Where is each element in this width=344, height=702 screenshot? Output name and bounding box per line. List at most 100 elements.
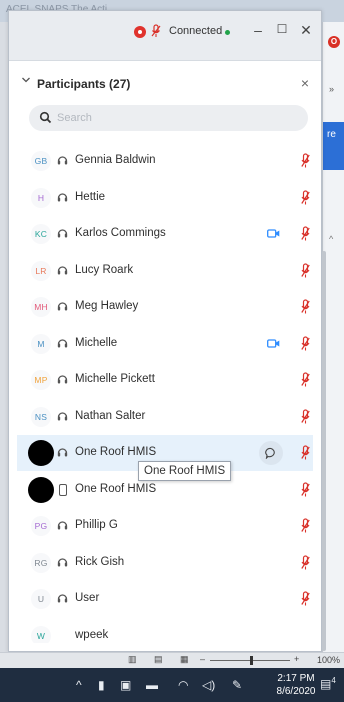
mic-muted-icon[interactable] — [301, 262, 310, 279]
computer-audio-icon — [57, 229, 68, 238]
avatar: MP — [31, 370, 51, 390]
computer-audio-icon — [57, 265, 68, 274]
notification-count: 4 — [331, 676, 336, 685]
windows-taskbar: ^ ▮ ▣ ▬ ◠ ◁) ✎ 2:17 PM 8/6/2020 ▤4 — [0, 668, 344, 702]
battery-icon[interactable]: ▬ — [146, 678, 158, 692]
mic-muted-icon[interactable] — [301, 299, 310, 315]
window-titlebar: Connected – ☐ ✕ — [9, 11, 321, 61]
participant-name: Hettie — [75, 190, 106, 203]
mic-muted-icon[interactable] — [301, 481, 310, 498]
participant-name: One Roof HMIS — [75, 446, 157, 458]
mic-muted-icon[interactable] — [301, 226, 310, 242]
participant-search[interactable] — [29, 105, 308, 131]
layout-icon[interactable]: ▤ — [154, 654, 163, 665]
wifi-icon[interactable]: ◠ — [178, 678, 188, 692]
volume-icon[interactable]: ◁) — [202, 678, 215, 692]
background-blue-tab[interactable]: re — [323, 122, 344, 170]
participant-name: Phillip G — [75, 519, 118, 531]
participant-row[interactable]: PG Phillip G — [17, 508, 313, 544]
participant-name: Nathan Salter — [75, 409, 146, 422]
connection-status-dot — [225, 30, 230, 35]
list-scrollbar[interactable] — [322, 251, 326, 651]
participant-row[interactable]: GB Gennia Baldwin — [17, 143, 313, 179]
mic-muted-icon — [151, 24, 161, 37]
participants-header: Participants (27) × — [9, 73, 321, 97]
mic-muted-icon[interactable] — [301, 445, 310, 461]
minimize-button[interactable]: – — [249, 22, 267, 38]
participant-row[interactable]: U User — [17, 581, 313, 617]
show-hidden-icons-icon[interactable]: ^ — [76, 678, 82, 692]
mic-muted-icon[interactable] — [301, 189, 310, 206]
participant-name: Karlos Commings — [75, 227, 166, 239]
participant-name: One Roof HMIS — [75, 482, 157, 495]
chevron-down-icon[interactable] — [21, 75, 31, 85]
app-tray-icon[interactable]: ▣ — [120, 678, 131, 692]
pen-icon[interactable]: ✎ — [232, 678, 242, 692]
window-close-button[interactable]: ✕ — [297, 22, 315, 39]
computer-audio-icon — [57, 521, 68, 530]
participant-row[interactable]: LR Lucy Roark — [17, 253, 313, 289]
computer-audio-icon — [57, 594, 68, 603]
search-input[interactable] — [57, 109, 297, 127]
participant-name: Michelle Pickett — [75, 373, 155, 385]
computer-audio-icon — [57, 411, 68, 420]
background-blue-tab-label: re — [327, 129, 336, 140]
zoom-slider-thumb[interactable] — [250, 656, 253, 665]
computer-audio-icon — [57, 448, 68, 457]
avatar: GB — [31, 151, 51, 171]
reading-view-icon[interactable]: ▦ — [180, 654, 189, 665]
zoom-out-button[interactable]: – — [200, 654, 205, 664]
participant-row[interactable]: NS Nathan Salter — [17, 399, 313, 435]
taskbar-clock[interactable]: 2:17 PM 8/6/2020 — [276, 672, 316, 698]
background-red-badge: O — [328, 36, 340, 48]
mic-muted-icon[interactable] — [301, 408, 310, 425]
video-camera-icon[interactable] — [267, 338, 280, 349]
chat-bubble-button[interactable] — [259, 441, 283, 465]
view-icon[interactable]: ▥ — [128, 654, 137, 665]
participant-name: Michelle — [75, 336, 118, 349]
background-statusbar: ▥ ▤ ▦ – + 100% — [0, 652, 344, 668]
participant-row[interactable]: KC Karlos Commings — [17, 216, 313, 252]
avatar: H — [31, 187, 51, 208]
participant-row[interactable]: H Hettie — [17, 180, 313, 216]
recording-icon[interactable] — [134, 26, 146, 38]
computer-audio-icon — [57, 557, 68, 566]
avatar: RG — [31, 552, 51, 573]
usb-icon[interactable]: ▮ — [98, 678, 105, 692]
mic-muted-icon[interactable] — [301, 372, 310, 388]
mic-muted-icon[interactable] — [301, 518, 310, 534]
participant-name: wpeek — [75, 628, 109, 641]
search-icon — [39, 111, 52, 124]
participant-row[interactable]: Wwpeek — [17, 618, 313, 643]
participant-name: User — [75, 592, 100, 604]
notification-icon[interactable]: ▤4 — [320, 676, 336, 691]
participant-list: GB Gennia Baldwin H Hettie KC Karlos Commings… — [9, 143, 313, 643]
avatar: U — [31, 589, 51, 609]
participant-name: Meg Hawley — [75, 300, 139, 312]
mic-muted-icon[interactable] — [301, 591, 310, 607]
avatar: MH — [31, 297, 51, 317]
background-scroll-up-icon[interactable]: ^ — [329, 234, 333, 244]
connection-status: Connected — [169, 25, 223, 37]
participant-row[interactable]: M Michelle — [17, 326, 313, 362]
maximize-button[interactable]: ☐ — [273, 22, 291, 36]
participant-row[interactable]: MP Michelle Pickett — [17, 362, 313, 398]
clock-time: 2:17 PM — [277, 673, 315, 684]
participant-row[interactable]: RG Rick Gish — [17, 545, 313, 581]
phone-audio-icon — [59, 483, 67, 496]
mic-muted-icon[interactable] — [301, 153, 310, 169]
avatar — [28, 476, 54, 503]
avatar: KC — [31, 224, 51, 244]
avatar: PG — [31, 516, 51, 536]
mic-muted-icon[interactable] — [301, 554, 310, 571]
video-camera-icon[interactable] — [267, 228, 280, 239]
zoom-in-button[interactable]: + — [294, 654, 299, 664]
background-chevron-icon: » — [329, 84, 335, 94]
participant-name-tooltip: One Roof HMIS — [138, 461, 232, 481]
participants-close-button[interactable]: × — [301, 75, 309, 91]
participant-row[interactable]: MH Meg Hawley — [17, 289, 313, 325]
participant-name: Rick Gish — [75, 555, 125, 568]
avatar: W — [31, 625, 51, 643]
mic-muted-icon[interactable] — [301, 335, 310, 352]
computer-audio-icon — [57, 375, 68, 384]
